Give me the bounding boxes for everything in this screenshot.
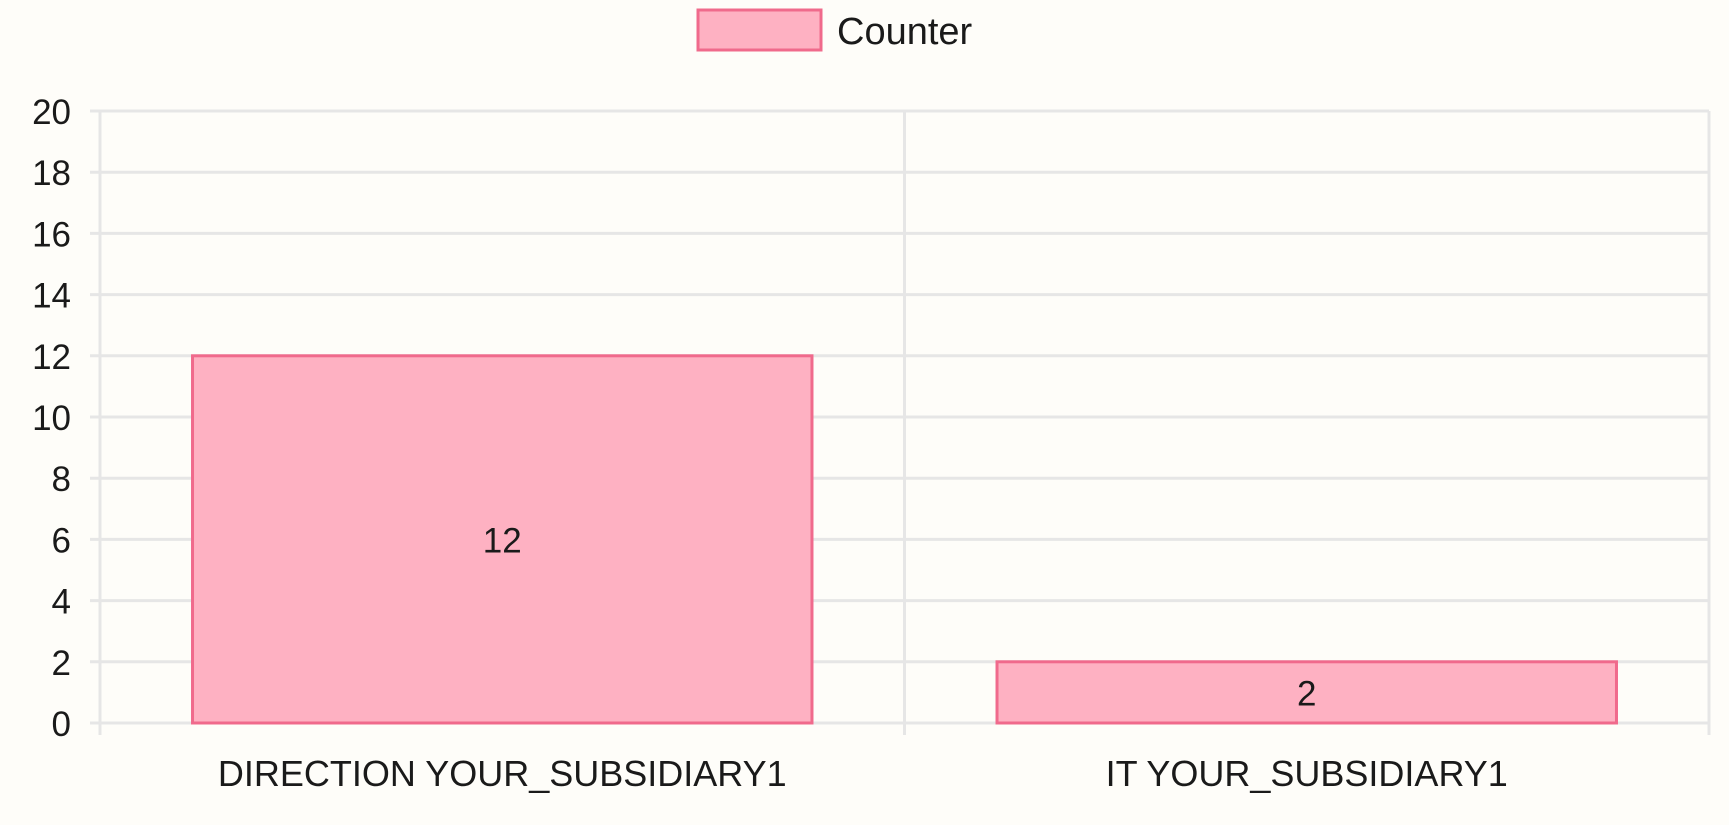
y-tick-label: 8 — [52, 460, 71, 499]
y-tick-label: 16 — [32, 215, 71, 254]
bar-data-label: 2 — [1297, 674, 1316, 713]
y-tick-label: 2 — [52, 644, 71, 683]
y-tick-label: 12 — [32, 338, 71, 377]
x-tick-label: DIRECTION YOUR_SUBSIDIARY1 — [218, 753, 787, 794]
chart-canvas: 0 2 4 6 8 10 12 14 16 18 20 12 DIRECTION YOUR_SUBSID… — [32, 8, 1711, 794]
y-tick-label: 14 — [32, 277, 71, 316]
legend-swatch[interactable] — [696, 8, 823, 52]
bar-data-label: 12 — [483, 521, 522, 560]
y-tick-label: 20 — [32, 93, 71, 132]
y-tick-label: 10 — [32, 399, 71, 438]
y-tick-label: 6 — [52, 521, 71, 560]
legend[interactable]: Counter — [696, 8, 973, 53]
legend-label[interactable]: Counter — [837, 11, 973, 53]
bar-chart: 0 2 4 6 8 10 12 14 16 18 20 12 DIRECTION YOUR_SUBSID… — [0, 0, 1729, 820]
y-tick-label: 0 — [52, 705, 71, 744]
y-tick-label: 4 — [52, 583, 71, 622]
x-tick-label: IT YOUR_SUBSIDIARY1 — [1106, 753, 1508, 794]
y-tick-label: 18 — [32, 154, 71, 193]
